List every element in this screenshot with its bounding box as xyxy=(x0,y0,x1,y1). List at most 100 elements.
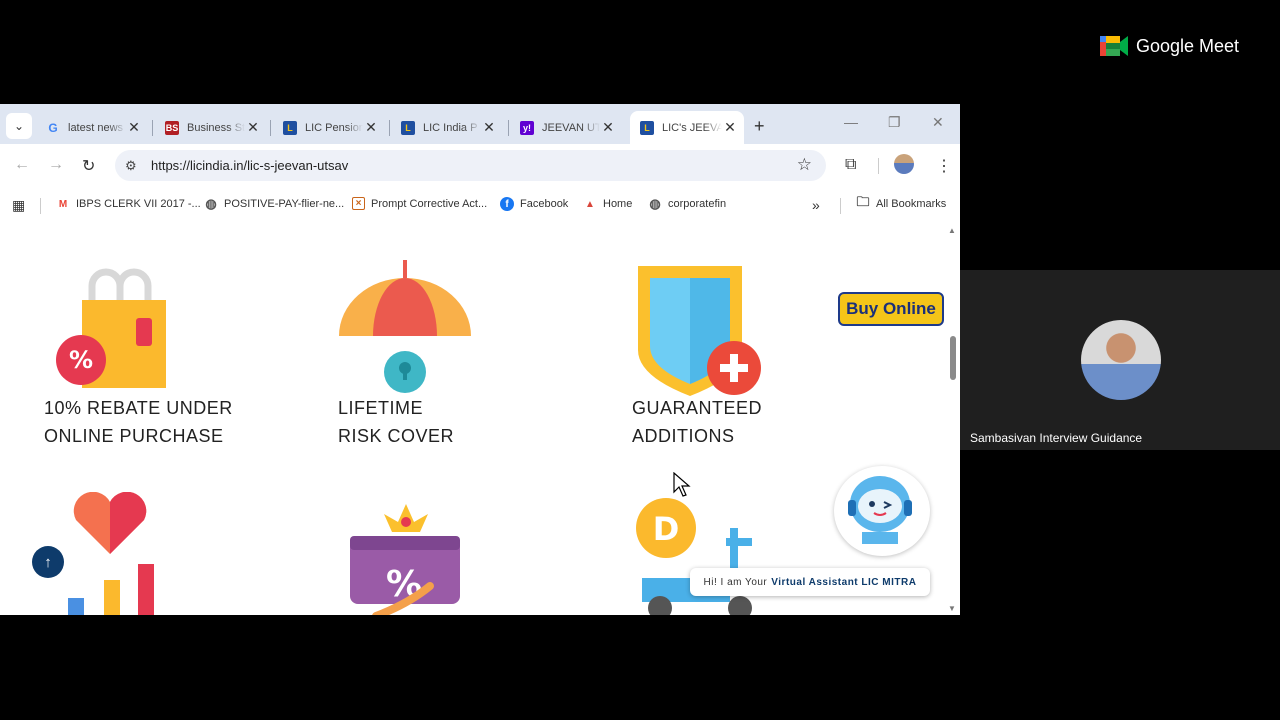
gmail-icon: M xyxy=(58,198,68,210)
crown-discount-card-icon: % xyxy=(350,504,460,615)
feature-line: LIFETIME xyxy=(338,398,424,418)
buy-online-button[interactable]: Buy Online xyxy=(838,292,944,326)
tab-title: LIC's JEEVA xyxy=(662,121,722,134)
bookmark-label: Facebook xyxy=(520,198,569,210)
bookmark-corporatefin[interactable]: ◍ corporatefin xyxy=(648,196,727,211)
folder-icon: 🗀 xyxy=(856,194,870,209)
heart-growth-icon xyxy=(68,492,154,615)
google-meet-brand: Google Meet xyxy=(1136,35,1240,56)
home-site-icon: ▲ xyxy=(585,198,595,210)
close-window-button[interactable]: ✕ xyxy=(932,114,944,131)
more-bookmarks-icon[interactable]: » xyxy=(812,197,820,213)
tab-title: JEEVAN UT xyxy=(542,121,600,134)
bookmark-site-icon: × xyxy=(352,197,365,210)
bookmark-facebook[interactable]: f Facebook xyxy=(500,197,568,211)
feature-lifetime-label: LIFETIME RISK COVER xyxy=(338,394,454,450)
tab-business-standard[interactable]: BS Business Standard ✕ xyxy=(155,111,267,144)
mouse-cursor-icon xyxy=(673,472,691,497)
google-meet-icon xyxy=(1100,36,1128,56)
scooter-delivery-icon: D xyxy=(636,498,752,615)
participant-name: Sambasivan Interview Guidance xyxy=(970,431,1143,445)
lic-icon: L xyxy=(401,120,415,135)
apps-grid-icon[interactable]: ▦ xyxy=(12,197,25,214)
back-button[interactable]: ← xyxy=(14,156,30,174)
tab-strip: ⌄ G latest news ✕ BS Business Standard ✕… xyxy=(0,104,960,144)
browser-window: ⌄ G latest news ✕ BS Business Standard ✕… xyxy=(0,104,960,615)
greeting-text: Hi! I am Your xyxy=(703,576,768,588)
bookmark-ibps[interactable]: M IBPS CLERK VII 2017 -... xyxy=(56,197,201,211)
bookmarks-bar: ▦ M IBPS CLERK VII 2017 -... ◍ POSITIVE-PA… xyxy=(0,188,960,223)
feature-line: ADDITIONS xyxy=(632,426,735,446)
close-tab-icon[interactable]: ✕ xyxy=(126,119,142,136)
participant-avatar xyxy=(1081,320,1161,400)
forward-button[interactable]: → xyxy=(48,156,64,174)
scroll-to-top-button[interactable]: ↑ xyxy=(32,546,64,578)
minimize-icon: — xyxy=(844,114,858,130)
more-menu-icon[interactable]: ⋮ xyxy=(936,156,952,176)
svg-text:%: % xyxy=(69,346,93,374)
feature-line: ONLINE PURCHASE xyxy=(44,426,224,446)
page-scrollbar[interactable]: ▲ ▼ xyxy=(946,222,960,615)
scrollbar-thumb[interactable] xyxy=(950,336,956,380)
bookmark-label: Home xyxy=(603,198,633,210)
close-tab-icon[interactable]: ✕ xyxy=(722,119,738,136)
tab-title: LIC India P xyxy=(423,121,478,134)
close-tab-icon[interactable]: ✕ xyxy=(245,119,261,136)
tab-lic-india[interactable]: L LIC India P ✕ xyxy=(391,111,503,144)
google-meet-logo: Google Meet xyxy=(1100,34,1239,58)
restore-button[interactable]: ❐ xyxy=(888,114,901,131)
url-text[interactable]: https://licindia.in/lic-s-jeevan-utsav xyxy=(151,158,348,173)
bookmark-label: POSITIVE-PAY-flier-ne... xyxy=(224,198,345,210)
lic-mitra-greeting[interactable]: Hi! I am Your Virtual Assistant LIC MITR… xyxy=(690,568,930,596)
scroll-down-icon[interactable]: ▼ xyxy=(948,604,956,613)
close-tab-icon[interactable]: ✕ xyxy=(363,119,379,136)
reload-icon: ↻ xyxy=(82,158,96,175)
feature-rebate-label: 10% REBATE UNDER ONLINE PURCHASE xyxy=(44,394,233,450)
lic-mitra-chatbot-button[interactable] xyxy=(834,466,930,556)
scroll-up-icon[interactable]: ▲ xyxy=(948,226,956,235)
facebook-icon: f xyxy=(500,197,514,211)
close-tab-icon[interactable]: ✕ xyxy=(481,119,497,136)
business-standard-icon: BS xyxy=(165,120,179,135)
globe-icon: ◍ xyxy=(205,196,217,211)
all-bookmarks-button[interactable]: 🗀 All Bookmarks xyxy=(856,194,947,211)
bookmark-label: IBPS CLERK VII 2017 -... xyxy=(76,198,201,210)
shopping-bag-discount-icon: % xyxy=(56,268,166,388)
yahoo-icon: y! xyxy=(520,120,534,135)
close-icon: ✕ xyxy=(932,114,944,130)
svg-text:D: D xyxy=(653,510,680,548)
feature-guaranteed-label: GUARANTEED ADDITIONS xyxy=(632,394,762,450)
tab-title: latest news xyxy=(68,121,124,134)
browser-toolbar: ← → ↻ ⚙ https://licindia.in/lic-s-jeevan… xyxy=(0,144,960,188)
new-tab-button[interactable]: + xyxy=(754,116,765,137)
tab-title: LIC Pension xyxy=(305,121,363,134)
profile-avatar[interactable] xyxy=(894,154,914,174)
reload-button[interactable]: ↻ xyxy=(82,156,95,176)
bookmark-prompt-corrective[interactable]: × Prompt Corrective Act... xyxy=(352,197,487,210)
tab-latest-news[interactable]: G latest news ✕ xyxy=(36,111,148,144)
tab-search-button[interactable]: ⌄ xyxy=(6,113,32,139)
feature-line: 10% REBATE UNDER xyxy=(44,398,233,418)
tab-lic-jeevan-utsav[interactable]: L LIC's JEEVA ✕ xyxy=(630,111,744,144)
bookmark-positive-pay[interactable]: ◍ POSITIVE-PAY-flier-ne... xyxy=(204,196,345,211)
participant-tile[interactable]: Sambasivan Interview Guidance xyxy=(960,270,1280,450)
minimize-button[interactable]: — xyxy=(844,114,858,130)
tab-jeevan-utsav-yahoo[interactable]: y! JEEVAN UT ✕ xyxy=(510,111,622,144)
bookmark-label: corporatefin xyxy=(668,198,727,210)
close-tab-icon[interactable]: ✕ xyxy=(600,119,616,136)
tab-lic-pension[interactable]: L LIC Pension ✕ xyxy=(273,111,385,144)
bookmark-star-icon[interactable]: ☆ xyxy=(797,155,812,175)
arrow-right-icon: → xyxy=(48,156,64,173)
bookmark-home[interactable]: ▲ Home xyxy=(583,197,632,211)
plus-icon: + xyxy=(754,116,765,136)
extensions-icon[interactable]: ⧉ xyxy=(845,156,856,174)
bookmark-label: Prompt Corrective Act... xyxy=(371,197,488,210)
feature-line: RISK COVER xyxy=(338,426,455,446)
chevron-down-icon: ⌄ xyxy=(13,119,25,133)
all-bookmarks-label: All Bookmarks xyxy=(876,198,947,210)
site-info-icon[interactable]: ⚙ xyxy=(125,158,137,174)
page-content: % 10% REBATE UNDER ONLINE PURCHASE LIFET… xyxy=(0,222,946,615)
shield-plus-icon xyxy=(638,266,761,396)
lic-icon: L xyxy=(283,120,297,135)
address-bar[interactable]: ⚙ https://licindia.in/lic-s-jeevan-utsav… xyxy=(115,150,826,181)
